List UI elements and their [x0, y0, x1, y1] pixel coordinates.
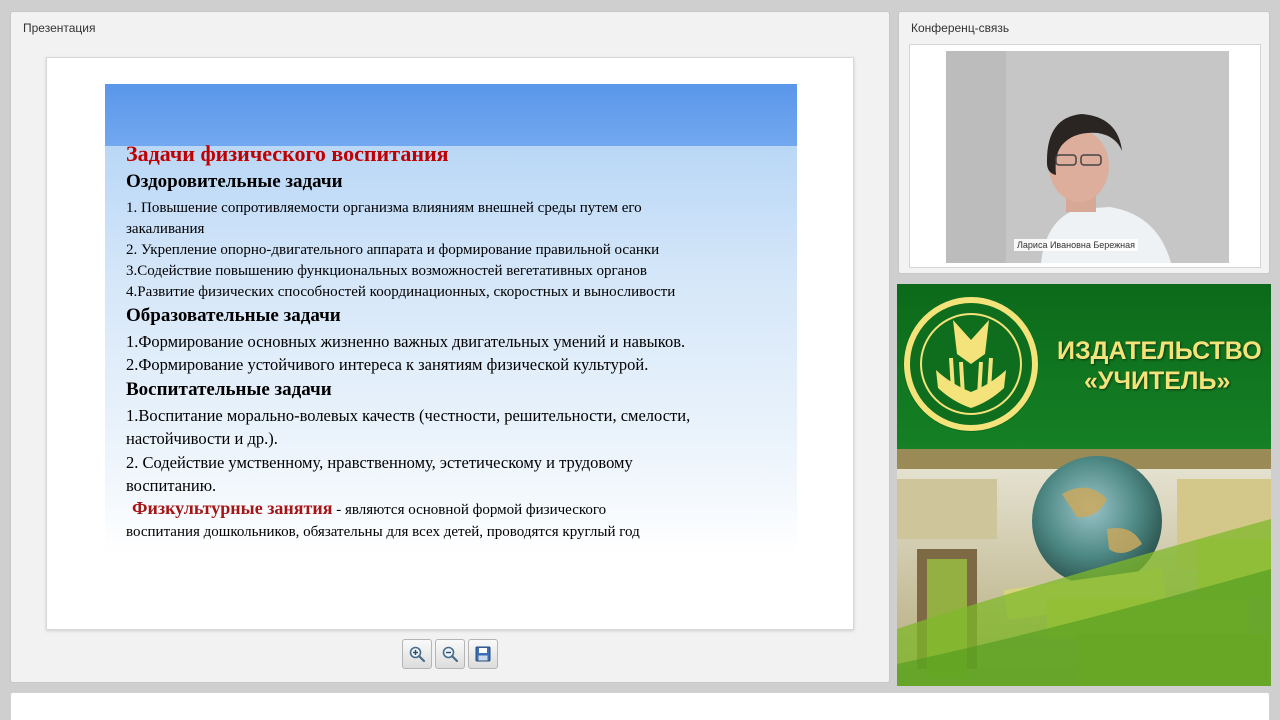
presentation-panel: Презентация Задачи физического воспитани…: [10, 11, 890, 683]
slide-list-item: настойчивости и др.).: [126, 429, 278, 448]
slide-list-item: 1.Воспитание морально-волевых качеств (ч…: [126, 406, 691, 425]
conference-panel-title: Конференц-связь: [911, 21, 1010, 35]
conference-panel: Конференц-связь Лариса Ивановна Бережная: [898, 11, 1270, 274]
slide-list-item: закаливания: [126, 221, 205, 237]
slide-footer-line2: воспитания дошкольников, обязательны для…: [126, 524, 640, 540]
zoom-in-button[interactable]: [402, 639, 432, 669]
section-heading-health: Оздоровительные задачи: [126, 171, 343, 192]
slide-list-item: 4.Развитие физических способностей коорд…: [126, 284, 676, 300]
participant-video[interactable]: Лариса Ивановна Бережная: [946, 51, 1229, 263]
slide-frame: Задачи физического воспитания Оздоровите…: [46, 57, 854, 630]
slide-title: Задачи физического воспитания: [126, 141, 449, 166]
slide-list-item: 1. Повышение сопротивляемости организма …: [126, 200, 642, 216]
save-button[interactable]: [468, 639, 498, 669]
presentation-panel-title: Презентация: [23, 21, 96, 35]
zoom-out-button[interactable]: [435, 639, 465, 669]
slide-list-item: 2. Содействие умственному, нравственному…: [126, 453, 633, 472]
video-container: Лариса Ивановна Бережная: [909, 44, 1261, 268]
books-globe-illustration: [897, 449, 1271, 686]
zoom-in-icon: [409, 646, 426, 663]
save-icon: [475, 646, 491, 662]
section-heading-education: Образовательные задачи: [126, 305, 341, 326]
banner-top: ИЗДАТЕЛЬСТВО «УЧИТЕЛЬ»: [897, 284, 1271, 449]
slide-list-item: 2.Формирование устойчивого интереса к за…: [126, 355, 649, 374]
slide-toolbar: [402, 639, 500, 669]
participant-silhouette: [946, 51, 1229, 263]
section-heading-upbringing: Воспитательные задачи: [126, 379, 332, 400]
footer-text: - являются основной формой физического: [332, 502, 607, 518]
banner-title-line2: «УЧИТЕЛЬ»: [1084, 367, 1231, 395]
banner-title-line1: ИЗДАТЕЛЬСТВО: [1057, 337, 1262, 365]
footer-highlight: Физкультурные занятия: [132, 498, 333, 518]
bottom-bar: [10, 692, 1270, 720]
publisher-logo-icon: [903, 296, 1039, 432]
slide-list-item: 2. Укрепление опорно-двигательного аппар…: [126, 242, 660, 258]
slide-footer-line1: Физкультурные занятия - являются основно…: [132, 498, 606, 519]
participant-name-label: Лариса Ивановна Бережная: [1014, 239, 1139, 251]
banner-books-image: [897, 449, 1271, 686]
slide-header-strip: [105, 84, 797, 146]
slide-list-item: воспитанию.: [126, 476, 217, 495]
slide: Задачи физического воспитания Оздоровите…: [105, 84, 797, 604]
slide-list-item: 3.Содействие повышению функциональных во…: [126, 263, 647, 279]
publisher-banner[interactable]: ИЗДАТЕЛЬСТВО «УЧИТЕЛЬ»: [897, 284, 1271, 686]
zoom-out-icon: [442, 646, 459, 663]
slide-list-item: 1.Формирование основных жизненно важных …: [126, 332, 686, 351]
